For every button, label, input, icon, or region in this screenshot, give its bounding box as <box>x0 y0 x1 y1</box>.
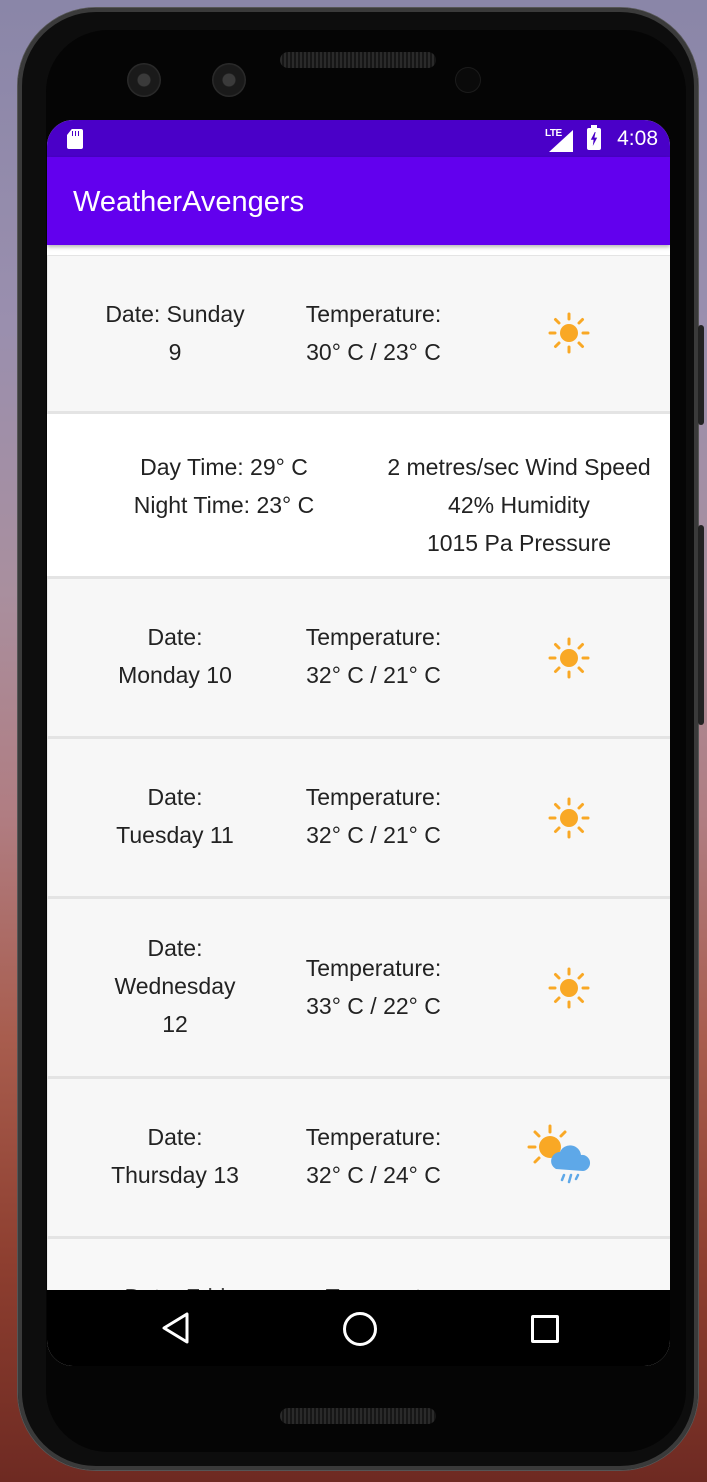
recent-apps-icon[interactable] <box>531 1315 559 1343</box>
weather-details-panel: Day Time: 29° C Night Time: 23° C 2 metr… <box>47 414 670 579</box>
temperature-label: Temperature: <box>305 301 442 327</box>
forecast-date: Date: Wednesday 12 <box>90 929 260 1043</box>
front-camera <box>127 63 161 97</box>
home-icon[interactable] <box>343 1312 377 1346</box>
date-line: 12 <box>162 1011 188 1037</box>
pressure: 1015 Pa Pressure <box>426 530 612 556</box>
forecast-row-sunday[interactable]: Date: Sunday 9 Temperature: 30° C / 23° … <box>47 255 670 414</box>
back-icon[interactable] <box>161 1312 191 1349</box>
battery-charging-icon <box>587 125 601 150</box>
date-line: Wednesday <box>114 973 236 999</box>
sun-icon <box>548 967 590 1015</box>
forecast-row-monday[interactable]: Date: Monday 10 Temperature: 32° C / 21°… <box>47 579 670 739</box>
bottom-speaker <box>280 1408 436 1424</box>
forecast-date: Date: Thursday 13 <box>90 1118 260 1194</box>
date-line: Date: <box>147 624 203 650</box>
front-camera-2 <box>212 63 246 97</box>
day-time-temp: Day Time: 29° C <box>140 454 308 480</box>
temperature-label: Temperature: <box>305 1124 442 1150</box>
date-line: Date: <box>147 1124 203 1150</box>
status-time: 4:08 <box>617 127 658 150</box>
temperature-range: 32° C / 21° C <box>306 822 441 848</box>
forecast-date: Date: Tuesday 11 <box>90 778 260 854</box>
volume-button[interactable] <box>698 525 704 725</box>
temperature-label: Temperature: <box>305 624 442 650</box>
sun-rain-cloud-icon <box>526 1123 592 1195</box>
device-screen: LTE 4:08 WeatherAvengers Date: Sunday 9 … <box>47 120 670 1366</box>
forecast-temperature: Temperature: 30° C / 23° C <box>276 295 471 371</box>
date-line: Tuesday 11 <box>116 822 234 848</box>
network-type: LTE <box>545 128 562 139</box>
forecast-temperature: Temperature: 32° C / 21° C <box>276 618 471 694</box>
temperature-range: 33° C / 22° C <box>306 993 441 1019</box>
wind-speed: 2 metres/sec Wind Speed <box>387 454 651 480</box>
day-night-temps: Day Time: 29° C Night Time: 23° C <box>109 448 339 524</box>
forecast-temperature: Temperature: 32° C / 21° C <box>276 778 471 854</box>
temperature-range: 30° C / 23° C <box>306 339 441 365</box>
earpiece-speaker <box>280 52 436 68</box>
sun-icon <box>548 637 590 685</box>
date-line: Date: <box>147 784 203 810</box>
navigation-bar <box>47 1290 670 1366</box>
power-button[interactable] <box>698 325 704 425</box>
app-bar: WeatherAvengers <box>47 157 670 245</box>
forecast-row-tuesday[interactable]: Date: Tuesday 11 Temperature: 32° C / 21… <box>47 739 670 899</box>
date-line: 9 <box>168 339 182 365</box>
forecast-temperature: Temperature: 32° C / 24° C <box>276 1118 471 1194</box>
temperature-label: Temperature: <box>305 784 442 810</box>
date-line: Date: Sunday <box>105 301 245 327</box>
forecast-temperature: Temperature: 33° C / 22° C <box>276 949 471 1025</box>
temperature-range: 32° C / 24° C <box>306 1162 441 1188</box>
date-line: Date: <box>147 935 203 961</box>
forecast-row-wednesday[interactable]: Date: Wednesday 12 Temperature: 33° C / … <box>47 899 670 1079</box>
forecast-date: Date: Monday 10 <box>90 618 260 694</box>
conditions: 2 metres/sec Wind Speed 42% Humidity 101… <box>369 448 669 562</box>
forecast-date: Date: Sunday 9 <box>90 295 260 371</box>
sd-card-icon <box>67 129 83 149</box>
night-time-temp: Night Time: 23° C <box>133 492 315 518</box>
app-title: WeatherAvengers <box>73 186 305 218</box>
temperature-label: Temperature: <box>305 955 442 981</box>
sun-icon <box>548 312 590 360</box>
date-line: Monday 10 <box>118 662 232 688</box>
forecast-row-thursday[interactable]: Date: Thursday 13 Temperature: 32° C / 2… <box>47 1079 670 1239</box>
date-line: Thursday 13 <box>111 1162 239 1188</box>
status-bar: LTE 4:08 <box>47 120 670 157</box>
humidity: 42% Humidity <box>448 492 590 518</box>
forecast-list[interactable]: Date: Sunday 9 Temperature: 30° C / 23° … <box>47 245 670 1300</box>
proximity-sensor <box>456 68 480 92</box>
temperature-range: 32° C / 21° C <box>306 662 441 688</box>
sun-icon <box>548 797 590 845</box>
